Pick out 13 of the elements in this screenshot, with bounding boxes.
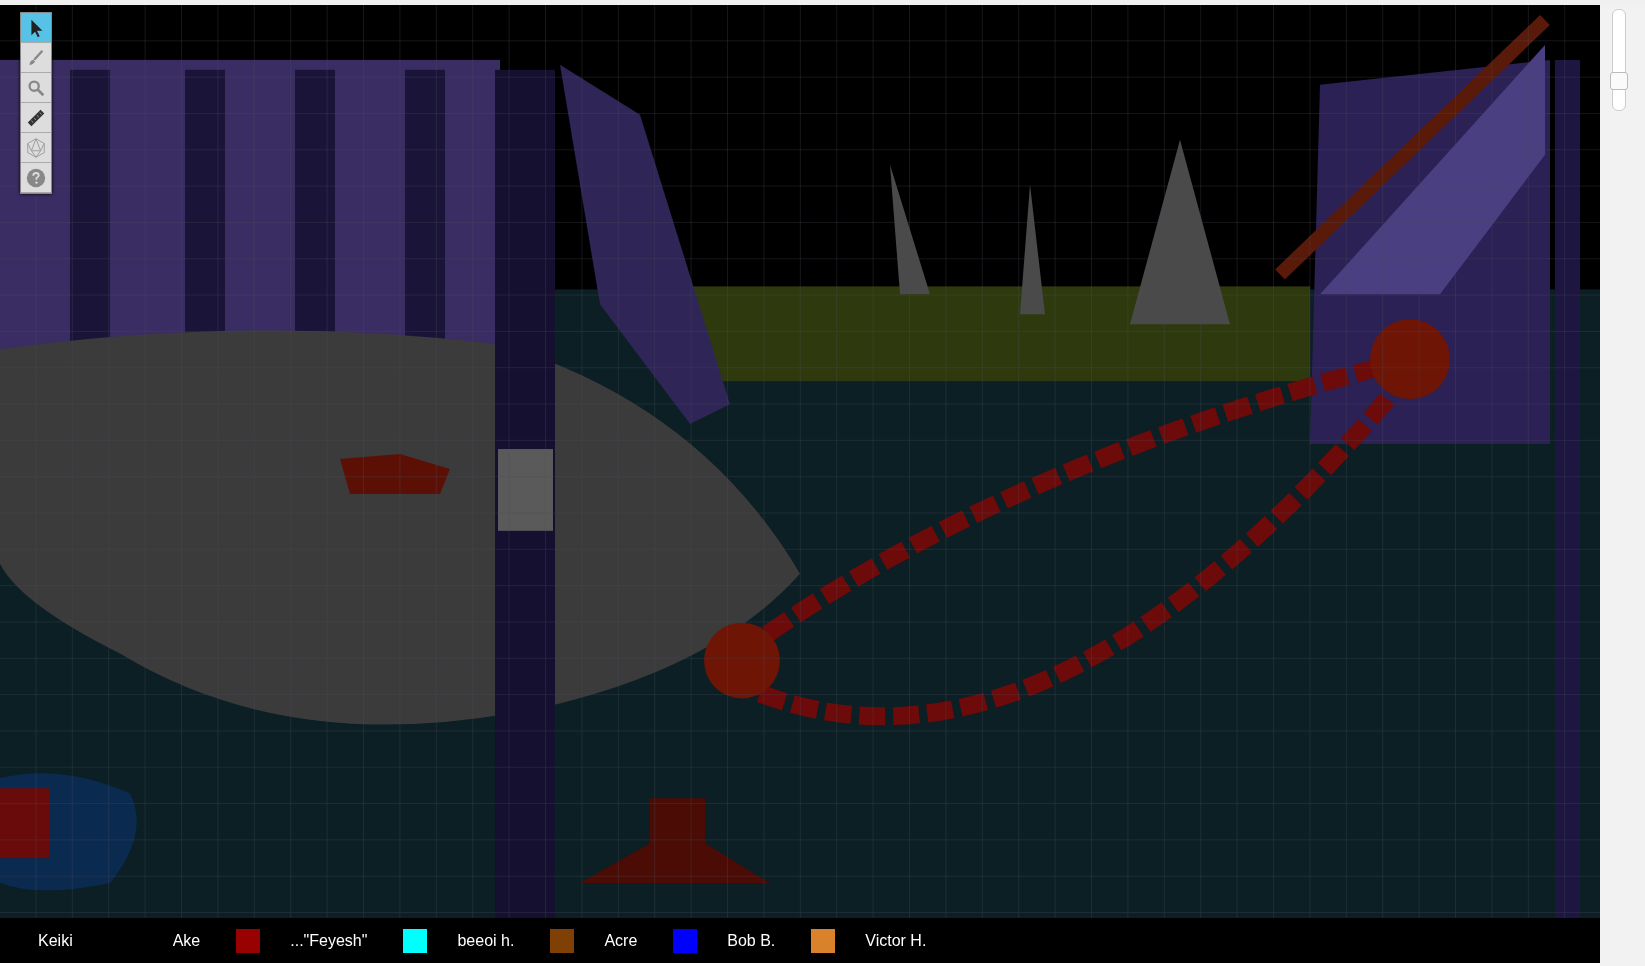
player-name: Acre	[604, 931, 638, 950]
zoom-slider[interactable]	[1612, 9, 1626, 111]
tool-button[interactable]	[21, 13, 51, 43]
player-name: Ake	[172, 931, 201, 950]
player-name: Bob B.	[727, 931, 776, 950]
help-icon	[25, 166, 47, 189]
player-name: ..."Feyesh"	[290, 931, 368, 950]
player-name: Victor H.	[865, 931, 927, 950]
die-icon	[25, 136, 47, 159]
player-name: beeoi h.	[457, 931, 515, 950]
slider-thumb[interactable]	[1610, 72, 1628, 90]
player-name: Keiki	[38, 931, 73, 950]
tool-button[interactable]	[21, 103, 51, 133]
